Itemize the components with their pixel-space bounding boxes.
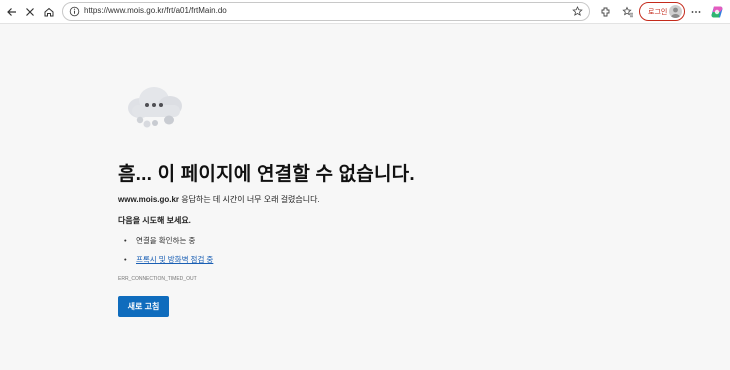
browser-toolbar: https://www.mois.go.kr/frt/a01/frtMain.d… [0,0,730,24]
copilot-icon[interactable] [710,5,724,19]
refresh-button[interactable]: 새로 고침 [118,296,169,317]
proxy-firewall-link[interactable]: 프록시 및 방화벽 점검 중 [136,255,213,264]
info-icon[interactable] [69,6,80,17]
list-item: • 프록시 및 방화벽 점검 중 [124,255,214,264]
star-icon[interactable] [572,6,583,17]
error-page: 흠... 이 페이지에 연결할 수 없습니다. www.mois.go.kr 응… [0,24,730,370]
error-description: www.mois.go.kr 응답하는 데 시간이 너무 오래 걸렸습니다. [118,194,320,205]
avatar [669,5,682,18]
favorites-icon[interactable] [619,3,637,21]
page-title: 흠... 이 페이지에 연결할 수 없습니다. [118,164,415,185]
error-code: ERR_CONNECTION_TIMED_OUT [118,276,197,282]
login-button[interactable]: 로그인 [639,2,685,21]
address-bar[interactable]: https://www.mois.go.kr/frt/a01/frtMain.d… [62,2,590,21]
more-icon[interactable] [687,3,705,21]
cloud-icon [128,87,182,128]
error-message: 응답하는 데 시간이 너무 오래 걸렸습니다. [179,195,320,204]
extensions-icon[interactable] [597,3,615,21]
url-text[interactable]: https://www.mois.go.kr/frt/a01/frtMain.d… [84,6,227,15]
host-name: www.mois.go.kr [118,195,180,204]
back-arrow-icon[interactable] [3,3,21,21]
close-icon[interactable] [21,3,39,21]
home-icon[interactable] [40,3,58,21]
list-item: • 연결을 확인하는 중 [124,236,196,245]
suggestion-check-connection: 연결을 확인하는 중 [136,236,196,245]
suggestions-heading: 다음을 시도해 보세요. [118,216,191,225]
login-label: 로그인 [648,9,668,16]
